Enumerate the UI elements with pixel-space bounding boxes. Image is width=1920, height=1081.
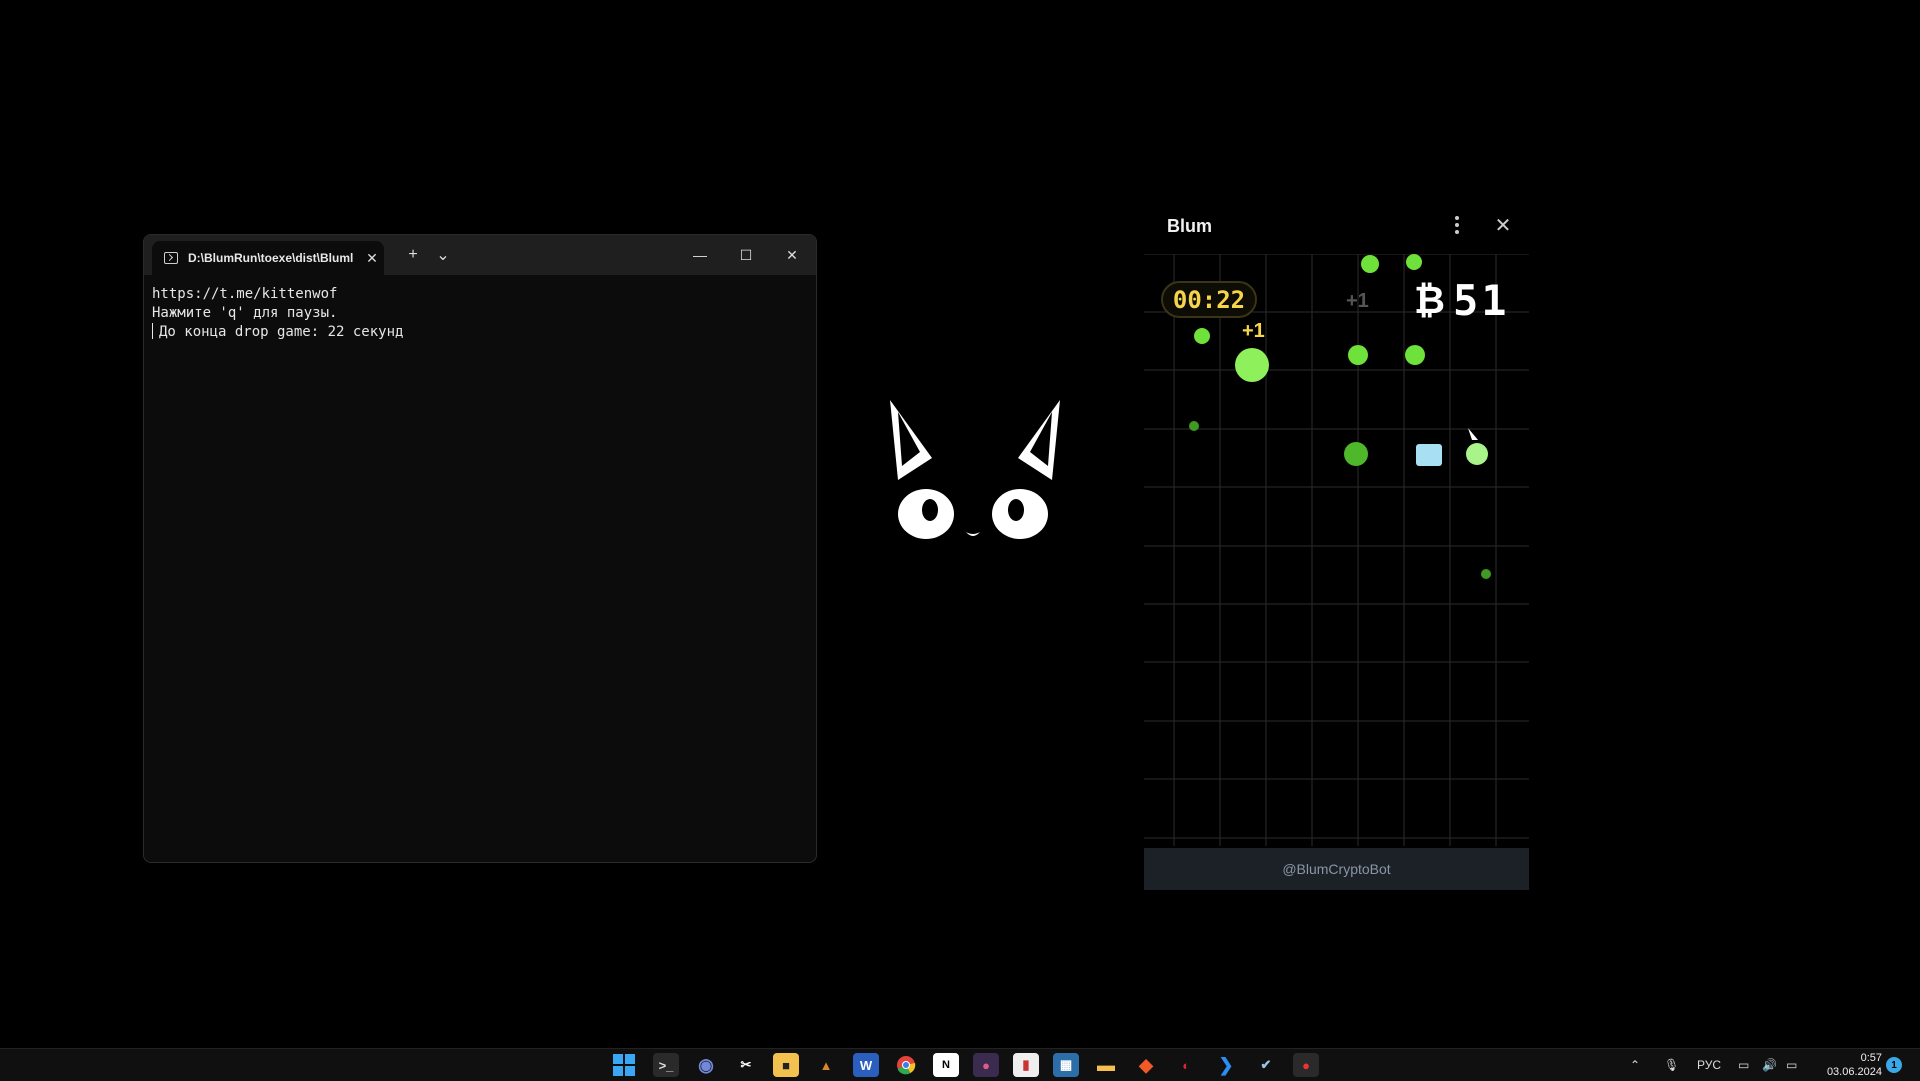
blum-header: Blum ✕ bbox=[1144, 198, 1529, 254]
terminal-line: До конца drop game: 22 секунд bbox=[159, 324, 404, 340]
score-display: ₿ 51 bbox=[1414, 276, 1510, 325]
cat-face-wallpaper bbox=[890, 400, 1060, 539]
minimize-button[interactable]: — bbox=[677, 235, 723, 275]
terminal-line: https://t.me/kittenwof bbox=[152, 286, 338, 302]
game-field[interactable] bbox=[1144, 254, 1529, 846]
console-icon bbox=[164, 252, 178, 264]
overlay-app-icon[interactable]: ● bbox=[973, 1053, 999, 1077]
unknown-app-icon[interactable]: ▮ bbox=[1013, 1053, 1039, 1077]
discord-icon[interactable]: ◉ bbox=[693, 1053, 719, 1077]
more-options-icon[interactable] bbox=[1444, 212, 1470, 238]
chrome-icon[interactable] bbox=[893, 1053, 919, 1077]
maximize-button[interactable]: ☐ bbox=[723, 235, 769, 275]
plus-one-popup-faded: +1 bbox=[1346, 290, 1369, 312]
clock-date: 03.06.2024 bbox=[1826, 1066, 1882, 1078]
plus-one-popup: +1 bbox=[1242, 320, 1265, 342]
system-clock[interactable]: 0:57 03.06.2024 bbox=[1812, 1051, 1882, 1079]
brave-icon[interactable]: ◆ bbox=[1133, 1053, 1159, 1077]
new-tab-button[interactable]: + bbox=[400, 243, 426, 267]
score-value: 51 bbox=[1452, 276, 1510, 325]
vscode-icon[interactable]: ❯ bbox=[1213, 1053, 1239, 1077]
volume-icon[interactable]: 🔊 bbox=[1762, 1049, 1777, 1081]
word-icon[interactable]: W bbox=[853, 1053, 879, 1077]
terminal-line: Нажмите 'q' для паузы. bbox=[152, 305, 338, 321]
terminal-icon[interactable]: >_ bbox=[653, 1053, 679, 1077]
notification-badge[interactable]: 1 bbox=[1886, 1057, 1902, 1073]
bot-username-footer[interactable]: @BlumCryptoBot bbox=[1144, 848, 1529, 890]
terminal-window[interactable]: D:\BlumRun\toexe\dist\Bluml ✕ + ⌄ — ☐ ✕ … bbox=[143, 234, 817, 863]
steam-icon[interactable]: ✔ bbox=[1253, 1053, 1279, 1077]
battery-icon[interactable]: ▭ bbox=[1786, 1049, 1797, 1081]
clock-time: 0:57 bbox=[1860, 1052, 1882, 1064]
microphone-icon[interactable]: 🎙 bbox=[1664, 1049, 1679, 1081]
terminal-titlebar[interactable]: D:\BlumRun\toexe\dist\Bluml ✕ + ⌄ — ☐ ✕ bbox=[144, 235, 816, 275]
tab-close-button[interactable]: ✕ bbox=[360, 250, 384, 267]
close-button[interactable]: ✕ bbox=[769, 235, 815, 275]
mouse-cursor-icon bbox=[1468, 428, 1478, 440]
network-icon[interactable]: ▭ bbox=[1738, 1049, 1749, 1081]
calculator-icon[interactable]: ▦ bbox=[1053, 1053, 1079, 1077]
winrar-icon[interactable]: ▲ bbox=[813, 1053, 839, 1077]
notion-icon[interactable]: N bbox=[933, 1053, 959, 1077]
ghidra-icon[interactable]: ◐ bbox=[1173, 1053, 1199, 1077]
terminal-tab-title: D:\BlumRun\toexe\dist\Bluml bbox=[188, 251, 354, 265]
blum-title: Blum bbox=[1167, 216, 1212, 236]
terminal-tab[interactable]: D:\BlumRun\toexe\dist\Bluml ✕ bbox=[152, 241, 384, 275]
blum-points-icon: ₿ bbox=[1414, 278, 1445, 322]
store-icon[interactable]: ■ bbox=[773, 1053, 799, 1077]
capcut-icon[interactable]: ✂ bbox=[733, 1053, 759, 1077]
blum-window[interactable]: Blum ✕ 00:22 +1 +1 ₿ 51 @BlumCryptoBot bbox=[1144, 198, 1529, 890]
language-indicator[interactable]: РУС bbox=[1697, 1049, 1721, 1081]
terminal-line-with-cursor: До конца drop game: 22 секунд bbox=[152, 323, 808, 342]
media-app-icon[interactable]: ● bbox=[1293, 1053, 1319, 1077]
terminal-output[interactable]: https://t.me/kittenwof Нажмите 'q' для па… bbox=[144, 275, 816, 352]
show-hidden-icons-chevron[interactable]: ⌃ bbox=[1630, 1049, 1640, 1081]
file-explorer-icon[interactable]: ▬ bbox=[1093, 1053, 1119, 1077]
windows-start-icon[interactable] bbox=[611, 1053, 637, 1077]
tab-dropdown-button[interactable]: ⌄ bbox=[430, 243, 456, 267]
game-timer: 00:22 bbox=[1161, 281, 1257, 318]
ice-freeze-sprite bbox=[1416, 444, 1442, 466]
blum-close-button[interactable]: ✕ bbox=[1488, 210, 1518, 240]
text-cursor bbox=[152, 323, 153, 339]
taskbar: >_ ◉ ✂ ■ ▲ W N ● ▮ ▦ ▬ ◆ ◐ ❯ ✔ ● ⌃ 🎙 РУС… bbox=[0, 1048, 1920, 1081]
